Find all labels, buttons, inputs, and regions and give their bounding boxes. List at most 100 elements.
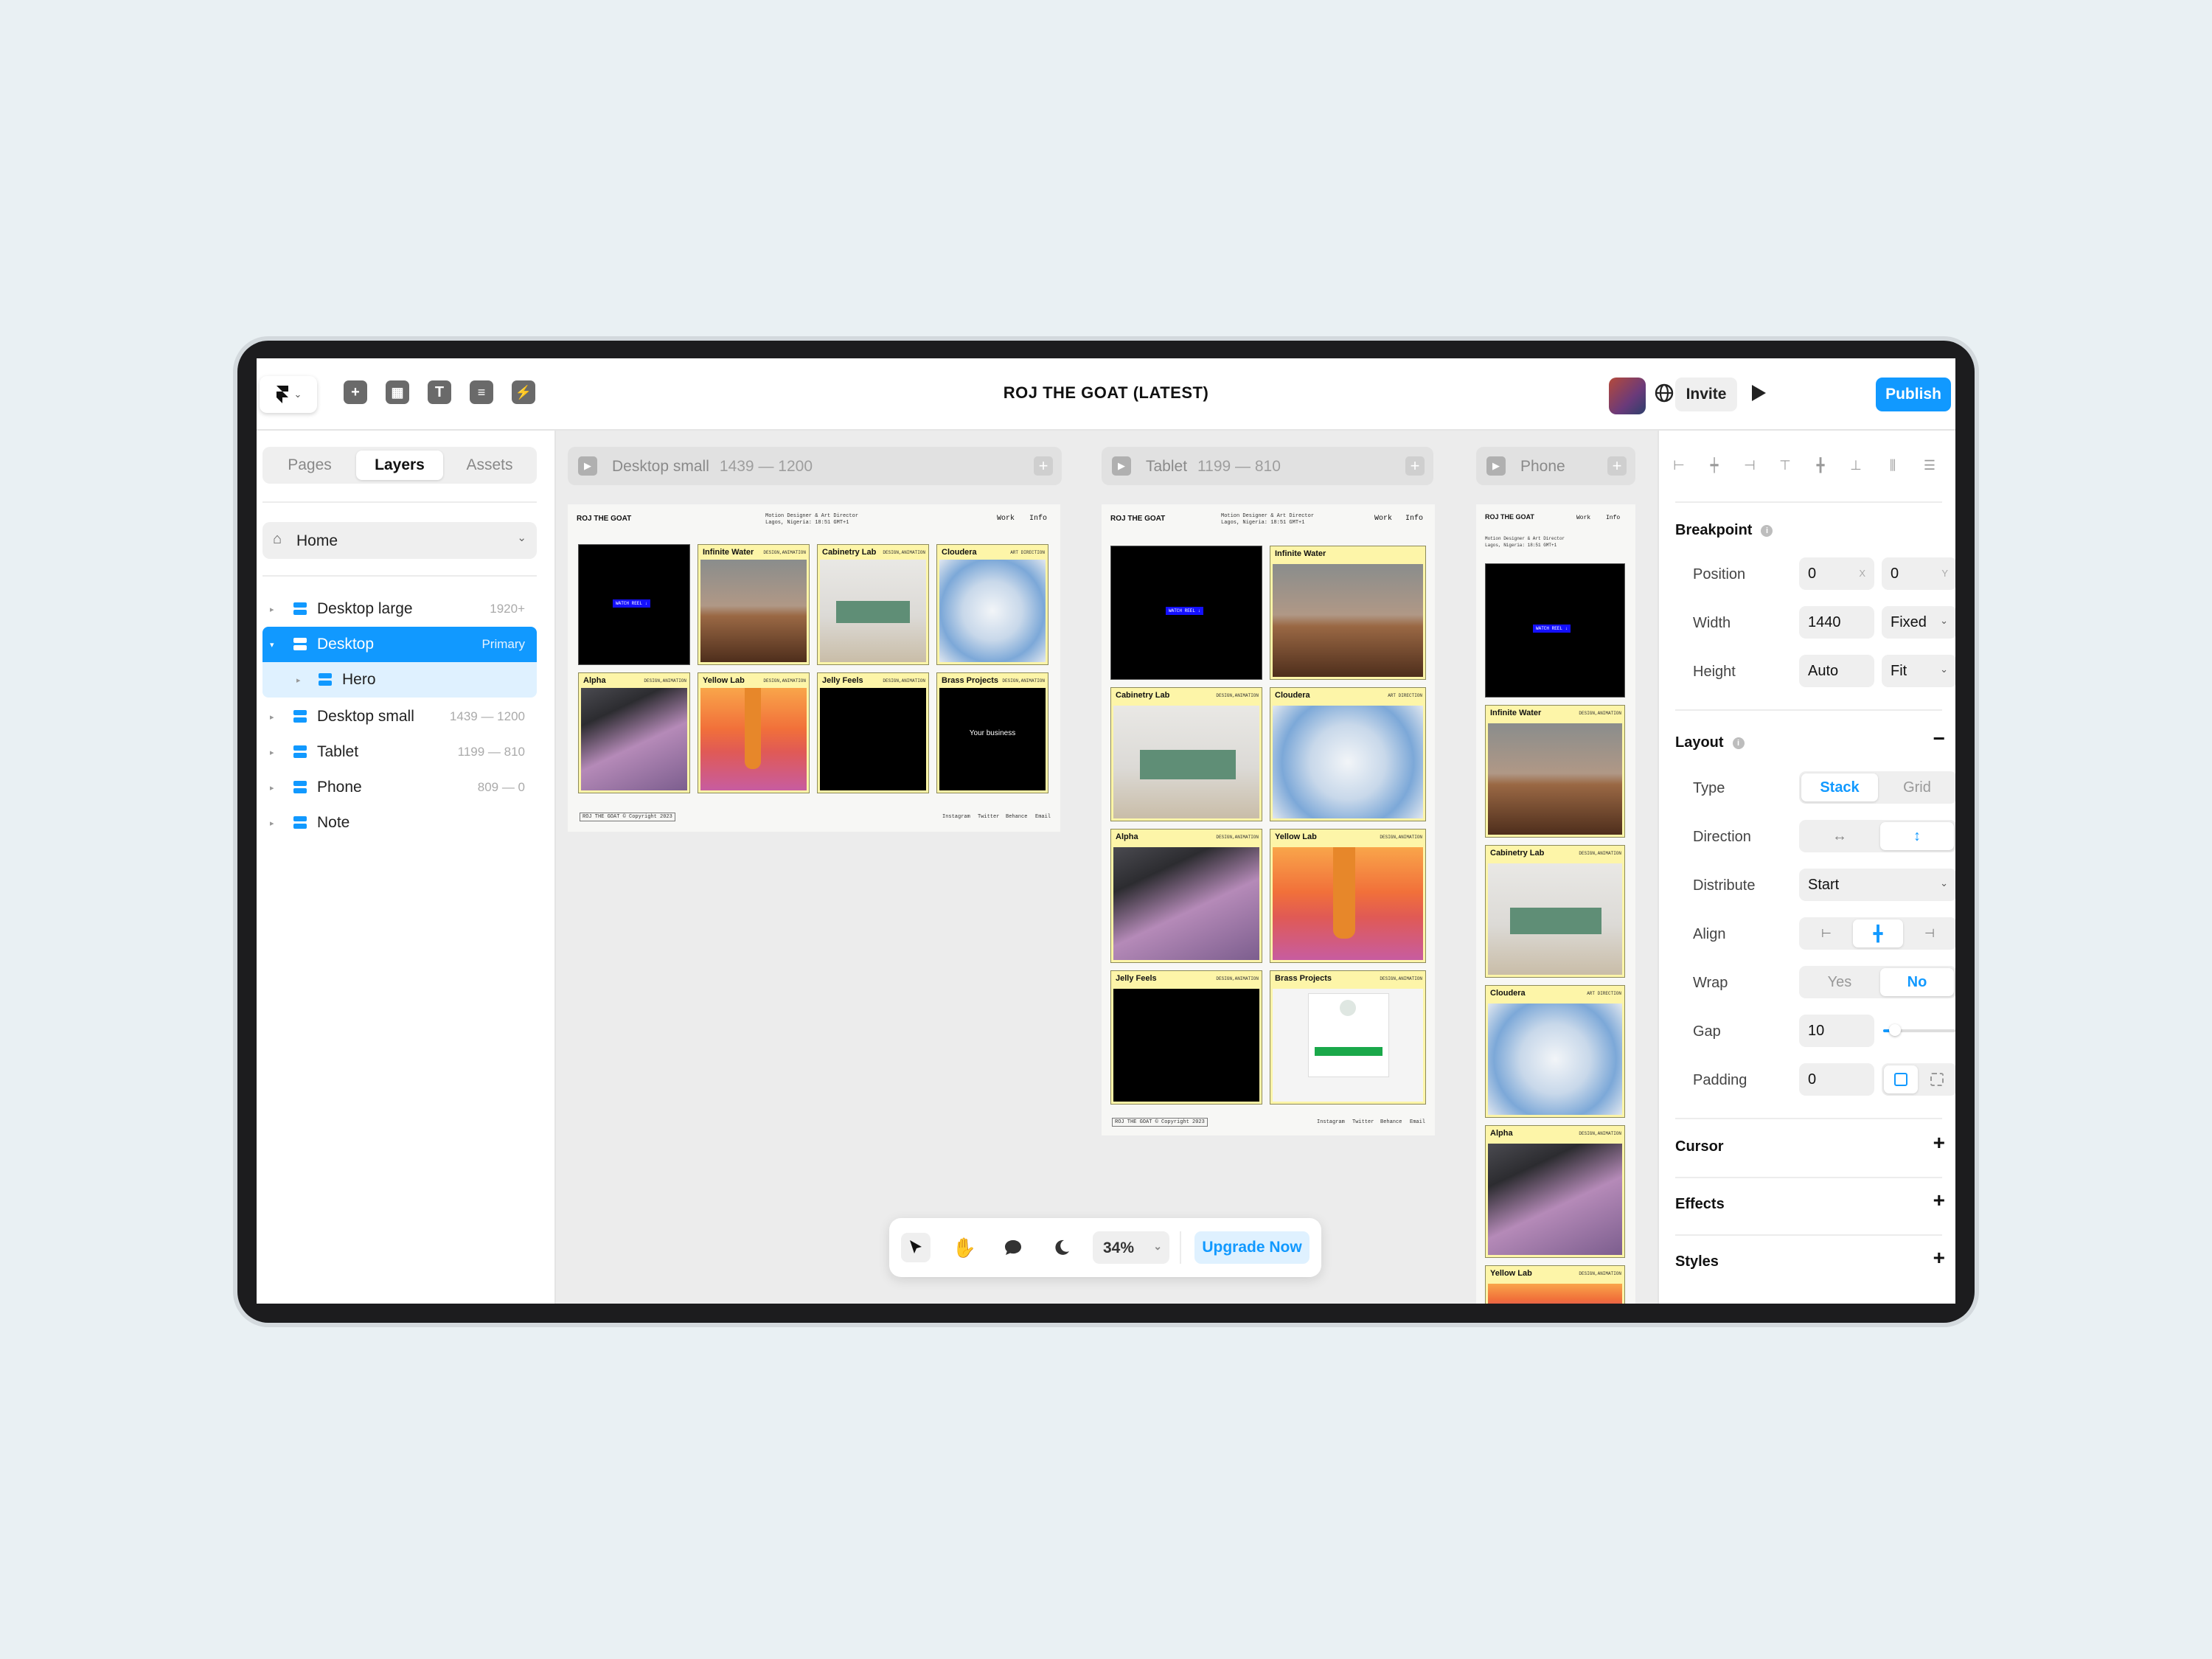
social-behance[interactable]: Behance bbox=[1006, 814, 1027, 820]
project-card[interactable]: Cabinetry Lab DESIGN,ANIMATION bbox=[1110, 687, 1262, 821]
distribute-select[interactable]: Start ⌄ bbox=[1799, 869, 1955, 901]
publish-button[interactable]: Publish bbox=[1876, 378, 1951, 411]
layer-desktop-large[interactable]: ▸ Desktop large 1920+ bbox=[262, 591, 537, 627]
direction-vertical-icon[interactable]: ↕ bbox=[1880, 822, 1954, 850]
align-start-icon[interactable]: ⊢ bbox=[1801, 919, 1851, 947]
align-center-v-icon[interactable]: ╋ bbox=[1811, 457, 1830, 473]
breakpoint-header-phone[interactable]: ▶ Phone + bbox=[1476, 447, 1635, 485]
layer-desktop[interactable]: ▾ Desktop Primary bbox=[262, 627, 537, 662]
project-card[interactable]: Alpha DESIGN,ANIMATION bbox=[1110, 829, 1262, 963]
height-mode-select[interactable]: Fit ⌄ bbox=[1882, 655, 1955, 687]
type-stack-option[interactable]: Stack bbox=[1801, 773, 1878, 801]
type-grid-option[interactable]: Grid bbox=[1880, 773, 1954, 801]
gap-slider[interactable] bbox=[1883, 1024, 1955, 1036]
tab-pages[interactable]: Pages bbox=[266, 451, 353, 480]
tablet-preview[interactable]: ROJ THE GOAT Motion Designer & Art Direc… bbox=[1102, 504, 1435, 1135]
add-effect-icon[interactable]: + bbox=[1933, 1189, 1945, 1212]
site-nav-info[interactable]: Info bbox=[1405, 515, 1423, 523]
play-icon[interactable]: ▶ bbox=[1486, 456, 1506, 476]
distribute-h-icon[interactable]: ⫼ bbox=[1883, 457, 1902, 473]
project-card[interactable]: Infinite Water DESIGN,ANIMATION bbox=[698, 544, 810, 665]
site-nav-info[interactable]: Info bbox=[1029, 515, 1047, 523]
align-left-icon[interactable]: ⊢ bbox=[1669, 457, 1688, 473]
layer-hero[interactable]: ▸ Hero bbox=[262, 662, 537, 698]
direction-horizontal-icon[interactable]: ↔ bbox=[1801, 822, 1878, 850]
position-x-input[interactable]: 0 X bbox=[1799, 557, 1874, 590]
caret-right-icon[interactable]: ▸ bbox=[270, 605, 274, 614]
play-preview-icon[interactable] bbox=[1746, 380, 1771, 406]
caret-right-icon[interactable]: ▸ bbox=[270, 748, 274, 757]
upgrade-button[interactable]: Upgrade Now bbox=[1194, 1231, 1310, 1264]
project-card[interactable]: Cabinetry Lab DESIGN,ANIMATION bbox=[817, 544, 929, 665]
globe-icon[interactable] bbox=[1652, 380, 1677, 406]
info-icon[interactable]: i bbox=[1732, 737, 1745, 749]
add-icon[interactable]: + bbox=[1405, 456, 1425, 476]
align-end-icon[interactable]: ⊣ bbox=[1905, 919, 1955, 947]
phone-preview[interactable]: ROJ THE GOAT Work Info Motion Designer &… bbox=[1476, 504, 1635, 1304]
padding-input[interactable]: 0 bbox=[1799, 1063, 1874, 1096]
gap-input[interactable]: 10 bbox=[1799, 1015, 1874, 1047]
social-email[interactable]: Email bbox=[1035, 814, 1051, 820]
align-bottom-icon[interactable]: ⊥ bbox=[1846, 457, 1865, 473]
watch-reel-button[interactable]: WATCH REEL ↓ bbox=[1533, 625, 1571, 633]
caret-right-icon[interactable]: ▸ bbox=[270, 712, 274, 722]
align-right-icon[interactable]: ⊣ bbox=[1740, 457, 1759, 473]
tab-layers[interactable]: Layers bbox=[356, 451, 443, 480]
select-tool-icon[interactable] bbox=[901, 1233, 931, 1262]
position-y-input[interactable]: 0 Y bbox=[1882, 557, 1955, 590]
collapse-icon[interactable]: − bbox=[1933, 727, 1945, 751]
layer-note[interactable]: ▸ Note bbox=[262, 805, 537, 841]
project-card[interactable]: Jelly Feels DESIGN,ANIMATION bbox=[1110, 970, 1262, 1105]
breakpoint-header-desktop-small[interactable]: ▶ Desktop small 1439 — 1200 + bbox=[568, 447, 1062, 485]
project-card[interactable]: Cloudera ART DIRECTION bbox=[936, 544, 1048, 665]
project-card[interactable]: Yellow Lab DESIGN,ANIMATION bbox=[1485, 1265, 1625, 1304]
caret-down-icon[interactable]: ▾ bbox=[270, 640, 274, 650]
zoom-select[interactable]: 34% ⌄ bbox=[1093, 1231, 1169, 1264]
project-card[interactable]: Yellow Lab DESIGN,ANIMATION bbox=[698, 672, 810, 793]
site-nav-info[interactable]: Info bbox=[1606, 515, 1620, 521]
tab-assets[interactable]: Assets bbox=[446, 451, 533, 480]
site-nav-work[interactable]: Work bbox=[1374, 515, 1392, 523]
add-cursor-icon[interactable]: + bbox=[1933, 1131, 1945, 1155]
project-card[interactable]: Yellow Lab DESIGN,ANIMATION bbox=[1270, 829, 1426, 963]
gap-slider-thumb[interactable] bbox=[1889, 1024, 1901, 1036]
align-center-icon[interactable]: ╋ bbox=[1853, 919, 1903, 947]
add-icon[interactable]: + bbox=[1034, 456, 1053, 476]
project-card[interactable]: Brass Projects DESIGN,ANIMATION Your busi… bbox=[936, 672, 1048, 793]
caret-right-icon[interactable]: ▸ bbox=[270, 818, 274, 828]
avatar[interactable] bbox=[1609, 378, 1646, 414]
page-select[interactable]: ⌂ Home ⌄ bbox=[262, 522, 537, 559]
play-icon[interactable]: ▶ bbox=[1112, 456, 1131, 476]
social-instagram[interactable]: Instagram bbox=[942, 814, 970, 820]
width-mode-select[interactable]: Fixed ⌄ bbox=[1882, 606, 1955, 639]
layer-desktop-small[interactable]: ▸ Desktop small 1439 — 1200 bbox=[262, 699, 537, 734]
social-twitter[interactable]: Twitter bbox=[1352, 1119, 1374, 1125]
layer-tablet[interactable]: ▸ Tablet 1199 — 810 bbox=[262, 734, 537, 770]
project-card[interactable]: Cabinetry Lab DESIGN,ANIMATION bbox=[1485, 845, 1625, 978]
add-icon[interactable]: + bbox=[1607, 456, 1627, 476]
project-card[interactable]: Brass Projects DESIGN,ANIMATION bbox=[1270, 970, 1426, 1105]
hand-tool-icon[interactable]: ✋ bbox=[950, 1233, 979, 1262]
social-behance[interactable]: Behance bbox=[1380, 1119, 1402, 1125]
project-card[interactable]: Cloudera ART DIRECTION bbox=[1270, 687, 1426, 821]
project-card[interactable]: Alpha DESIGN,ANIMATION bbox=[1485, 1125, 1625, 1258]
desktop-small-preview[interactable]: ROJ THE GOAT Motion Designer & Art Direc… bbox=[568, 504, 1060, 832]
caret-right-icon[interactable]: ▸ bbox=[296, 675, 301, 685]
project-card[interactable]: Infinite Water bbox=[1270, 546, 1426, 680]
dark-mode-icon[interactable] bbox=[1047, 1233, 1077, 1262]
social-twitter[interactable]: Twitter bbox=[978, 814, 999, 820]
reel-card[interactable]: WATCH REEL ↓ bbox=[1110, 546, 1262, 680]
padding-individual-icon[interactable] bbox=[1920, 1065, 1954, 1093]
wrap-no-option[interactable]: No bbox=[1880, 968, 1954, 996]
wrap-yes-option[interactable]: Yes bbox=[1801, 968, 1878, 996]
reel-card[interactable]: WATCH REEL ↓ bbox=[1485, 563, 1625, 698]
social-instagram[interactable]: Instagram bbox=[1317, 1119, 1345, 1125]
add-style-icon[interactable]: + bbox=[1933, 1246, 1945, 1270]
reel-card[interactable]: WATCH REEL ↓ bbox=[578, 544, 690, 665]
watch-reel-button[interactable]: WATCH REEL ↓ bbox=[613, 599, 651, 608]
project-card[interactable]: Jelly Feels DESIGN,ANIMATION bbox=[817, 672, 929, 793]
comment-icon[interactable] bbox=[998, 1233, 1028, 1262]
info-icon[interactable]: i bbox=[1761, 525, 1773, 537]
site-nav-work[interactable]: Work bbox=[997, 515, 1015, 523]
caret-right-icon[interactable]: ▸ bbox=[270, 783, 274, 793]
